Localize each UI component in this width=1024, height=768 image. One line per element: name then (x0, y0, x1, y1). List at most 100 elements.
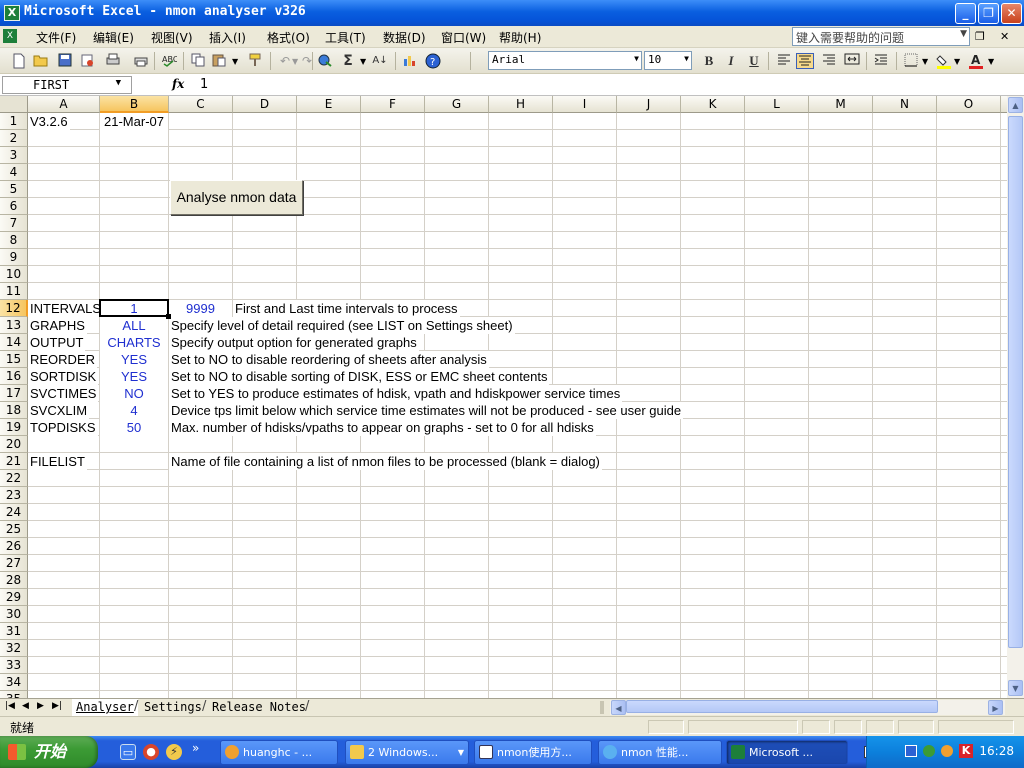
row-header[interactable]: 22 (0, 470, 28, 487)
row-header[interactable]: 30 (0, 606, 28, 623)
row-header[interactable]: 25 (0, 521, 28, 538)
row-header[interactable]: 13 (0, 317, 28, 334)
task-windows-group[interactable]: 2 Windows... ▼ (345, 740, 469, 765)
quicklaunch-more-icon[interactable]: » (192, 741, 199, 755)
doc-restore-button[interactable]: ❐ (975, 30, 985, 43)
task-microsoft-excel[interactable]: Microsoft ... (726, 740, 848, 765)
fill-handle[interactable] (166, 314, 171, 319)
cell-b19[interactable]: 50 (100, 419, 168, 436)
row-header[interactable]: 1 (0, 113, 28, 130)
paste-dropdown-icon[interactable]: ▼ (232, 57, 238, 66)
row-header[interactable]: 27 (0, 555, 28, 572)
menu-insert[interactable]: 插入(I) (209, 29, 246, 46)
task-huanghc[interactable]: huanghc - ... (220, 740, 338, 765)
menu-tools[interactable]: 工具(T) (325, 29, 366, 46)
sort-ascending-icon[interactable]: A↓ (371, 53, 389, 69)
row-header[interactable]: 9 (0, 249, 28, 266)
cell-b1[interactable]: 21-Mar-07 (100, 113, 168, 130)
column-header-l[interactable]: L (745, 96, 809, 113)
row-header[interactable]: 26 (0, 538, 28, 555)
cell-a18[interactable]: SVCXLIM (28, 402, 90, 419)
task-nmon-browser[interactable]: nmon 性能... (598, 740, 722, 765)
row-header[interactable]: 14 (0, 334, 28, 351)
row-header[interactable]: 17 (0, 385, 28, 402)
print-icon[interactable] (104, 53, 122, 69)
row-header[interactable]: 5 (0, 181, 28, 198)
cell-a17[interactable]: SVCTIMES (28, 385, 99, 402)
cell-b15[interactable]: YES (100, 351, 168, 368)
row-header[interactable]: 3 (0, 147, 28, 164)
row-header[interactable]: 28 (0, 572, 28, 589)
title-bar[interactable]: X Microsoft Excel - nmon analyser v326 _… (0, 0, 1024, 26)
chart-wizard-icon[interactable] (401, 53, 419, 69)
row-header[interactable]: 21 (0, 453, 28, 470)
security-icon[interactable] (923, 745, 935, 757)
column-header-f[interactable]: F (361, 96, 425, 113)
cell-c12[interactable]: 9999 (169, 300, 232, 317)
menu-format[interactable]: 格式(O) (267, 29, 310, 46)
help-icon[interactable]: ? (424, 53, 442, 69)
spreadsheet-grid[interactable]: ABCDEFGHIJKLMNOP123456789101112131415161… (0, 96, 1007, 698)
horizontal-scroll-thumb[interactable] (626, 700, 938, 713)
column-header-c[interactable]: C (169, 96, 233, 113)
cell-b13[interactable]: ALL (100, 317, 168, 334)
cell-a19[interactable]: TOPDISKS (28, 419, 98, 436)
menu-help[interactable]: 帮助(H) (499, 29, 541, 46)
maximize-button[interactable]: ❐ (978, 3, 999, 24)
font-name-select[interactable]: Arial ▼ (488, 51, 642, 70)
save-icon[interactable] (56, 53, 74, 69)
tab-split-handle[interactable] (600, 701, 604, 714)
cell-a13[interactable]: GRAPHS (28, 317, 87, 334)
menu-file[interactable]: 文件(F) (36, 29, 76, 46)
antivirus-icon[interactable]: K (959, 744, 973, 758)
minimize-button[interactable]: _ (955, 3, 976, 24)
row-header[interactable]: 6 (0, 198, 28, 215)
name-box[interactable]: FIRST ▼ (2, 76, 132, 94)
cell-c18[interactable]: Device tps limit below which service tim… (169, 402, 684, 419)
row-header[interactable]: 31 (0, 623, 28, 640)
merge-center-icon[interactable] (843, 53, 861, 69)
menu-edit[interactable]: 编辑(E) (93, 29, 134, 46)
align-center-icon[interactable] (796, 53, 814, 69)
row-header[interactable]: 23 (0, 487, 28, 504)
media-player-icon[interactable]: ● (143, 744, 159, 760)
permission-icon[interactable] (78, 53, 96, 69)
column-header-n[interactable]: N (873, 96, 937, 113)
row-header[interactable]: 12 (0, 300, 28, 317)
row-header[interactable]: 34 (0, 674, 28, 691)
cell-b16[interactable]: YES (100, 368, 168, 385)
format-painter-icon[interactable] (246, 53, 264, 69)
column-header-b[interactable]: B (100, 96, 169, 113)
underline-button[interactable]: U (745, 53, 763, 69)
row-header[interactable]: 16 (0, 368, 28, 385)
column-header-i[interactable]: I (553, 96, 617, 113)
cell-c15[interactable]: Set to NO to disable reordering of sheet… (169, 351, 489, 368)
tab-release-notes[interactable]: Release Notes (208, 699, 310, 716)
cell-a14[interactable]: OUTPUT (28, 334, 86, 351)
cell-c16[interactable]: Set to NO to disable sorting of DISK, ES… (169, 368, 550, 385)
row-header[interactable]: 24 (0, 504, 28, 521)
bold-button[interactable]: B (700, 53, 718, 69)
task-nmon-doc[interactable]: nmon使用方... (474, 740, 592, 765)
close-button[interactable]: ✕ (1001, 3, 1022, 24)
menu-view[interactable]: 视图(V) (151, 29, 193, 46)
align-left-icon[interactable] (775, 53, 793, 69)
row-header[interactable]: 32 (0, 640, 28, 657)
menu-data[interactable]: 数据(D) (383, 29, 426, 46)
app-launcher-icon[interactable]: ⚡ (166, 744, 182, 760)
prev-sheet-icon[interactable]: ◀ (22, 701, 29, 711)
borders-icon[interactable] (902, 53, 920, 69)
print-preview-icon[interactable] (132, 53, 150, 69)
cell-c17[interactable]: Set to YES to produce estimates of hdisk… (169, 385, 623, 402)
row-header[interactable]: 2 (0, 130, 28, 147)
formula-input[interactable]: 1 (200, 77, 208, 92)
row-header[interactable]: 35 (0, 691, 28, 698)
ask-question-input[interactable]: 键入需要帮助的问题 ▼ (792, 27, 970, 46)
autosum-dropdown-icon[interactable]: ▼ (360, 57, 366, 66)
hyperlink-icon[interactable] (316, 53, 334, 69)
first-sheet-icon[interactable]: |◀ (5, 701, 15, 711)
menu-window[interactable]: 窗口(W) (441, 29, 486, 46)
column-header-o[interactable]: O (937, 96, 1001, 113)
cell-c21[interactable]: Name of file containing a list of nmon f… (169, 453, 602, 470)
italic-button[interactable]: I (722, 53, 740, 69)
